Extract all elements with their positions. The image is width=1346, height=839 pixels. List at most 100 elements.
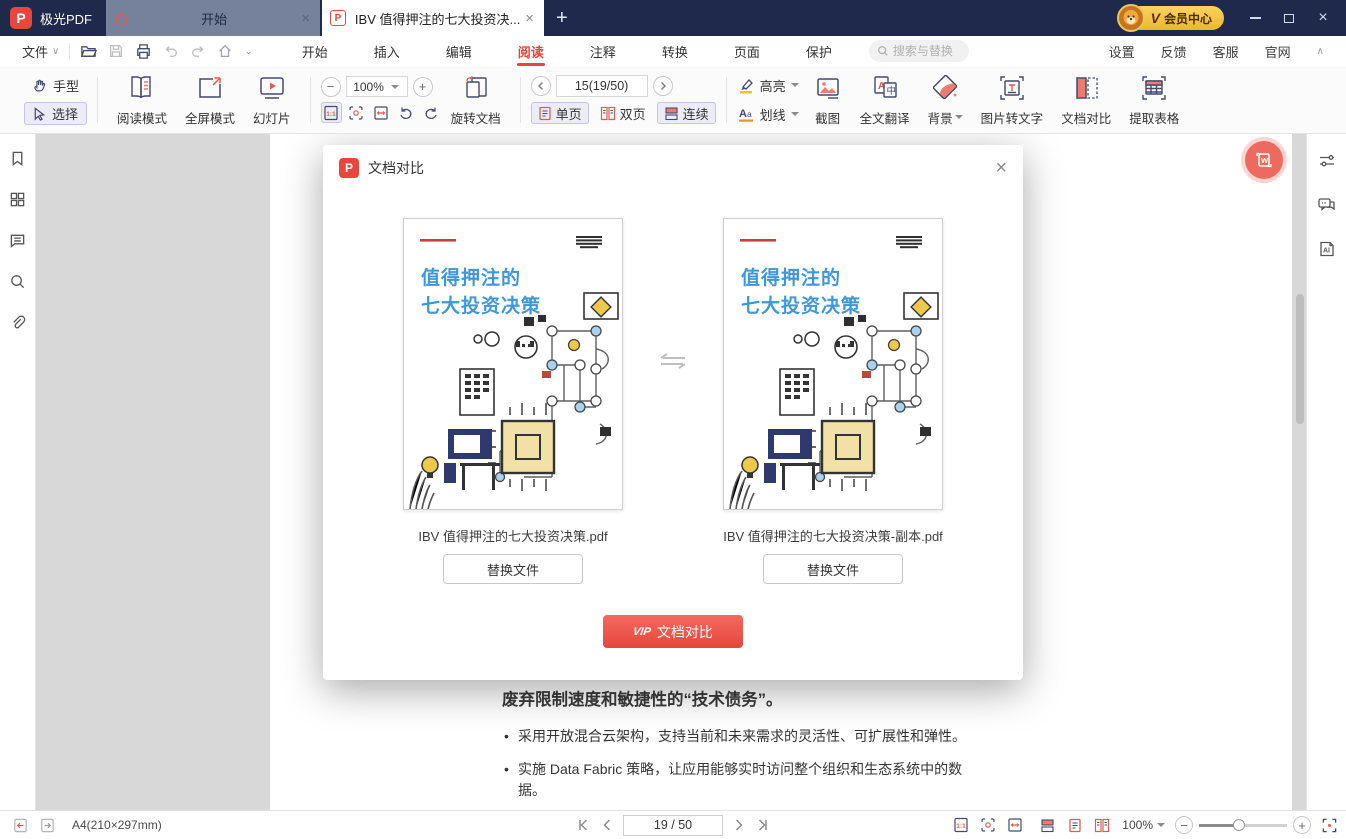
close-window-button[interactable]: ×: [1306, 0, 1340, 36]
extract-table-button[interactable]: 提取表格: [1120, 73, 1188, 127]
underline-dropdown-icon[interactable]: [791, 112, 799, 116]
open-file-icon[interactable]: [80, 43, 97, 60]
highlight-button[interactable]: 高亮: [737, 73, 799, 97]
background-button[interactable]: 背景: [919, 73, 972, 127]
translate-button[interactable]: A中 全文翻译: [851, 73, 919, 127]
fit-width-button[interactable]: [371, 102, 392, 123]
previous-page-button[interactable]: [531, 76, 551, 96]
first-page-icon[interactable]: [577, 818, 591, 832]
ribbon-tab-read[interactable]: 阅读: [495, 36, 567, 66]
new-tab-button[interactable]: +: [556, 7, 568, 30]
right-document-thumbnail[interactable]: 值得押注的 七大投资决策: [723, 218, 943, 510]
hand-tool-button[interactable]: 手型: [24, 74, 87, 97]
slideshow-button[interactable]: 幻灯片: [244, 73, 300, 127]
single-page-button[interactable]: 单页: [531, 102, 589, 124]
prev-page-icon[interactable]: [601, 818, 613, 832]
statusbar-zoom-out-button[interactable]: −: [1175, 816, 1193, 834]
bookmark-panel-icon[interactable]: [9, 150, 26, 167]
feedback-link[interactable]: 反馈: [1161, 42, 1187, 61]
member-avatar-icon[interactable]: [1117, 4, 1145, 32]
next-page-button[interactable]: [653, 76, 673, 96]
start-compare-button[interactable]: VIP 文档对比: [603, 615, 743, 648]
previous-view-icon[interactable]: [12, 817, 29, 834]
background-dropdown-icon[interactable]: [955, 115, 963, 119]
fullscreen-mode-button[interactable]: 全屏模式: [176, 73, 244, 127]
zoom-in-button[interactable]: +: [413, 77, 433, 97]
print-icon[interactable]: [135, 43, 152, 60]
statusbar-single-page-button[interactable]: [1064, 815, 1085, 836]
left-document-thumbnail[interactable]: 值得押注的 七大投资决策: [403, 218, 623, 510]
home-screen-icon[interactable]: [217, 43, 233, 59]
support-link[interactable]: 客服: [1213, 42, 1239, 61]
thumbnails-panel-icon[interactable]: [9, 191, 26, 208]
statusbar-zoom-in-button[interactable]: +: [1293, 816, 1311, 834]
maximize-button[interactable]: [1272, 0, 1306, 36]
double-page-button[interactable]: 双页: [593, 102, 653, 124]
statusbar-fit-width-button[interactable]: [1004, 815, 1025, 836]
ribbon-tab-page[interactable]: 页面: [711, 36, 783, 66]
ribbon-tab-annotate[interactable]: 注释: [567, 36, 639, 66]
chat-assistant-icon[interactable]: [1317, 196, 1336, 214]
tab-home-close-icon[interactable]: ×: [299, 10, 312, 27]
minimize-button[interactable]: [1238, 0, 1272, 36]
zoom-slider[interactable]: [1199, 819, 1287, 831]
zoom-out-button[interactable]: −: [321, 77, 341, 97]
statusbar-fit-page-button[interactable]: [977, 815, 998, 836]
tab-document-close-icon[interactable]: ×: [523, 10, 536, 27]
statusbar-actual-size-button[interactable]: 1:1: [950, 815, 971, 836]
zoom-slider-handle[interactable]: [1233, 819, 1245, 831]
website-link[interactable]: 官网: [1265, 42, 1291, 61]
redo-icon[interactable]: [190, 43, 206, 59]
zoom-input[interactable]: [347, 80, 391, 94]
dialog-close-icon[interactable]: ×: [995, 158, 1007, 178]
display-settings-icon[interactable]: [1318, 152, 1336, 170]
rotate-right-icon[interactable]: [421, 102, 442, 123]
next-view-icon[interactable]: [39, 817, 56, 834]
scrollbar-thumb[interactable]: [1296, 294, 1304, 424]
doc-compare-button[interactable]: 文档对比: [1052, 73, 1120, 127]
search-input[interactable]: [893, 44, 963, 58]
replace-right-file-button[interactable]: 替换文件: [763, 554, 903, 584]
pdf-to-word-float-button[interactable]: W: [1245, 141, 1283, 179]
statusbar-continuous-button[interactable]: [1037, 815, 1058, 836]
read-mode-button[interactable]: 阅读模式: [108, 73, 176, 127]
screenshot-button[interactable]: 截图: [805, 73, 851, 127]
next-page-icon[interactable]: [733, 818, 745, 832]
ribbon-tab-protect[interactable]: 保护: [783, 36, 855, 66]
statusbar-double-page-button[interactable]: [1091, 815, 1112, 836]
search-box[interactable]: [869, 40, 969, 62]
comments-panel-icon[interactable]: [9, 232, 26, 249]
ribbon-tab-insert[interactable]: 插入: [351, 36, 423, 66]
statusbar-page-input[interactable]: [624, 816, 722, 835]
underline-button[interactable]: Aa 划线: [737, 102, 799, 126]
replace-left-file-button[interactable]: 替换文件: [443, 554, 583, 584]
page-number-input[interactable]: [557, 76, 647, 96]
tab-document[interactable]: P IBV 值得押注的七大投资决... ×: [322, 0, 544, 36]
select-tool-button[interactable]: 选择: [24, 102, 87, 125]
file-menu[interactable]: 文件 ∨: [22, 42, 59, 61]
search-panel-icon[interactable]: [9, 273, 26, 290]
more-actions-icon[interactable]: ⌄: [244, 46, 252, 57]
zoom-combobox[interactable]: [346, 76, 408, 97]
undo-icon[interactable]: [163, 43, 179, 59]
fit-page-button[interactable]: [346, 102, 367, 123]
collapse-ribbon-icon[interactable]: ∧: [1317, 46, 1324, 57]
ribbon-tab-start[interactable]: 开始: [279, 36, 351, 66]
image-to-text-button[interactable]: 图片转文字: [972, 73, 1053, 127]
vertical-scrollbar[interactable]: [1296, 134, 1304, 810]
ribbon-tab-edit[interactable]: 编辑: [423, 36, 495, 66]
save-icon[interactable]: [108, 43, 124, 59]
continuous-button[interactable]: 连续: [657, 102, 716, 124]
tab-home[interactable]: 开始 ×: [106, 0, 320, 36]
statusbar-zoom-dropdown[interactable]: 100%: [1122, 818, 1165, 832]
last-page-icon[interactable]: [755, 818, 769, 832]
rotate-document-button[interactable]: 旋转文档: [442, 73, 510, 127]
statusbar-fullscreen-icon[interactable]: [1321, 817, 1338, 834]
statusbar-page-box[interactable]: [623, 815, 723, 836]
attachment-panel-icon[interactable]: [9, 314, 26, 331]
settings-link[interactable]: 设置: [1109, 42, 1135, 61]
rotate-left-icon[interactable]: [396, 102, 417, 123]
swap-files-icon[interactable]: [659, 351, 687, 371]
ribbon-tab-convert[interactable]: 转换: [639, 36, 711, 66]
page-number-box[interactable]: [556, 75, 648, 97]
